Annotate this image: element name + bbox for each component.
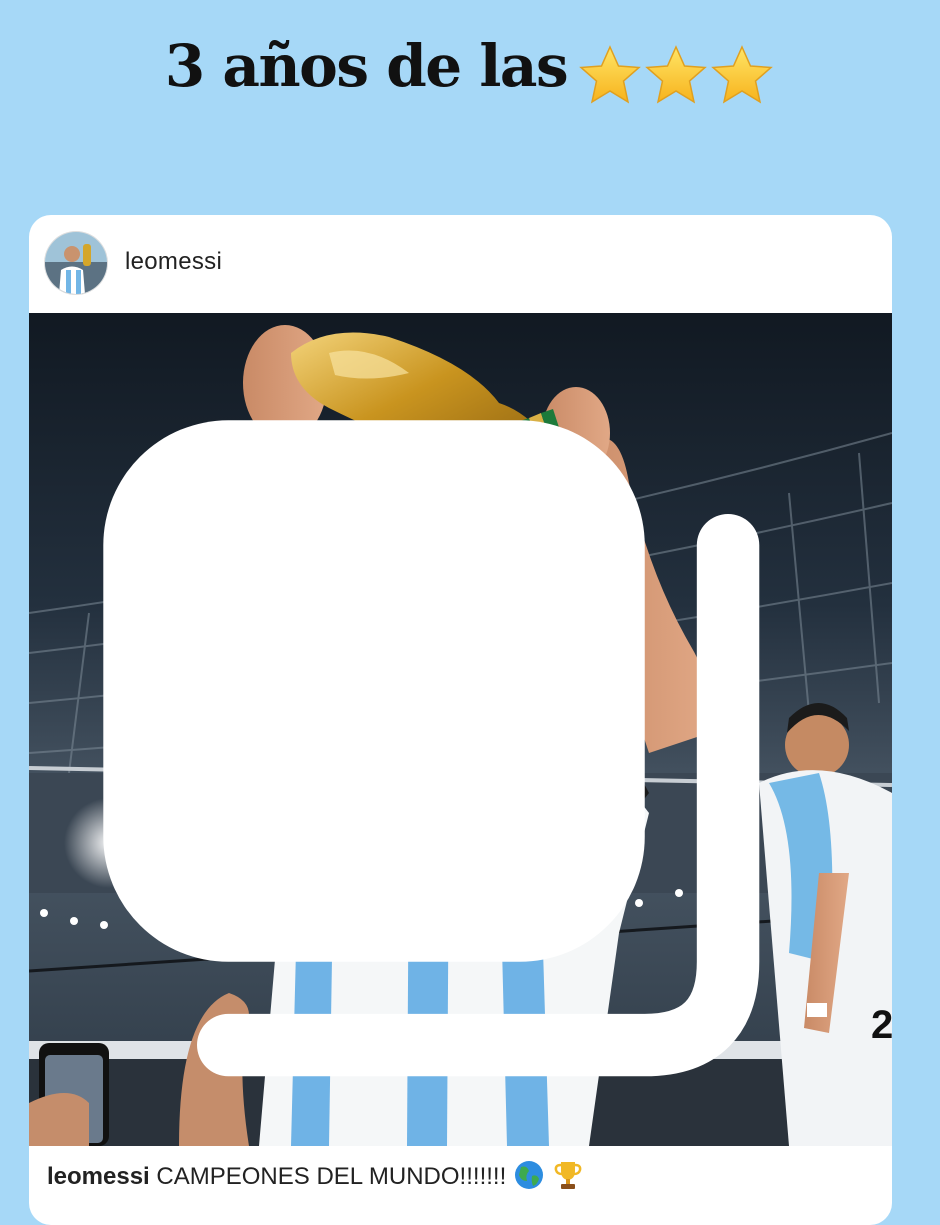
globe-emoji-icon bbox=[514, 1161, 543, 1189]
headline: 3 años de las bbox=[0, 26, 940, 111]
trophy-emoji-icon bbox=[554, 1162, 581, 1189]
star-icon bbox=[711, 45, 773, 104]
svg-text:2: 2 bbox=[871, 1003, 892, 1047]
caption-text: CAMPEONES DEL MUNDO!!!!!!! bbox=[156, 1163, 507, 1190]
star-icon bbox=[645, 45, 707, 104]
instagram-post-card: leomessi 2 leomessi CAMPEONES DEL MUNDO!… bbox=[29, 215, 892, 1225]
avatar[interactable] bbox=[45, 232, 107, 294]
star-icon bbox=[579, 45, 641, 104]
caption-username[interactable]: leomessi bbox=[47, 1163, 150, 1190]
stars-group bbox=[577, 31, 775, 111]
post-username[interactable]: leomessi bbox=[125, 248, 222, 276]
post-photo[interactable]: 2 bbox=[29, 313, 892, 1146]
headline-text: 3 años de las bbox=[164, 32, 569, 100]
carousel-icon bbox=[103, 420, 760, 1077]
profile-avatar-icon bbox=[45, 232, 107, 294]
post-caption: leomessi CAMPEONES DEL MUNDO!!!!!!! bbox=[47, 1159, 877, 1194]
post-header: leomessi bbox=[29, 215, 892, 313]
